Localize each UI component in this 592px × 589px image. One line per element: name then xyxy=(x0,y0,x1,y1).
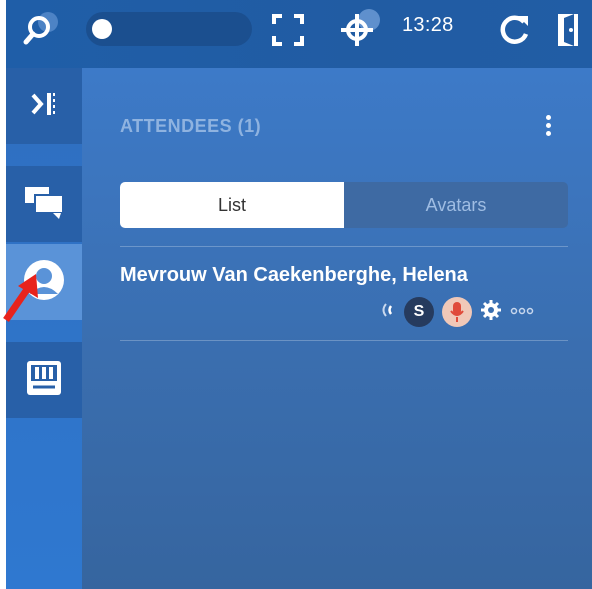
collapse-panel-button[interactable] xyxy=(6,68,82,144)
panel-heading: ATTENDEES (1) xyxy=(120,116,262,136)
toolbox-icon xyxy=(23,357,65,404)
red-pointer-arrow-icon xyxy=(0,272,40,331)
app-frame: 13:28 ATTENDEES (1) List Avatars Mevrouw… xyxy=(6,0,592,589)
search-icon[interactable] xyxy=(20,8,64,52)
crosshair-icon[interactable] xyxy=(336,8,384,52)
view-toggle: List Avatars xyxy=(120,182,568,228)
divider xyxy=(120,340,568,341)
tab-avatars[interactable]: Avatars xyxy=(344,182,568,228)
refresh-icon[interactable] xyxy=(494,8,534,52)
status-badge: S xyxy=(404,297,434,327)
audio-wave-icon xyxy=(378,300,396,325)
tab-list[interactable]: List xyxy=(120,182,344,228)
exit-icon[interactable] xyxy=(552,8,586,52)
chat-button[interactable] xyxy=(6,166,82,242)
chat-icon xyxy=(23,183,65,226)
more-options-icon[interactable] xyxy=(540,112,556,142)
collapse-panel-icon xyxy=(27,87,61,126)
mode-toggle[interactable] xyxy=(86,12,252,46)
divider xyxy=(120,246,568,247)
more-dots-icon[interactable] xyxy=(510,303,534,321)
toggle-knob xyxy=(92,19,112,39)
microphone-icon[interactable] xyxy=(442,297,472,327)
whiteboard-button[interactable] xyxy=(6,342,82,418)
top-toolbar: 13:28 xyxy=(6,0,592,68)
clock: 13:28 xyxy=(402,14,454,36)
attendee-status-icons: S xyxy=(378,296,534,328)
settings-icon[interactable] xyxy=(480,299,502,326)
attendee-name: Mevrouw Van Caekenberghe, Helena xyxy=(120,264,468,286)
fullscreen-icon[interactable] xyxy=(266,8,310,52)
attendees-panel: ATTENDEES (1) List Avatars Mevrouw Van C… xyxy=(82,68,592,589)
